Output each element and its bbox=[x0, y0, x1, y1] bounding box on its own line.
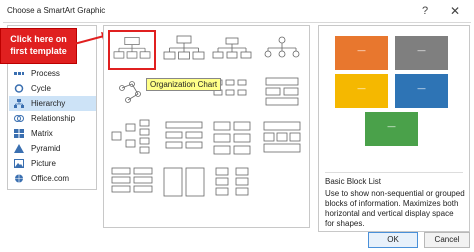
category-label: Cycle bbox=[31, 84, 52, 93]
matrix-icon bbox=[14, 129, 24, 138]
picture-icon bbox=[14, 159, 24, 168]
process-icon bbox=[14, 72, 24, 75]
category-process[interactable]: Process bbox=[9, 66, 96, 81]
office-com-icon bbox=[15, 174, 23, 183]
preview-block-1: — bbox=[335, 36, 388, 70]
template-table-hierarchy[interactable] bbox=[258, 74, 306, 114]
cancel-button[interactable]: Cancel bbox=[424, 232, 470, 248]
preview-block-5: — bbox=[365, 112, 418, 146]
template-stacked-list[interactable] bbox=[208, 164, 256, 204]
template-circle-picture-hierarchy[interactable] bbox=[258, 30, 306, 70]
category-label: Matrix bbox=[31, 129, 53, 138]
category-label: Picture bbox=[31, 159, 56, 168]
category-matrix[interactable]: Matrix bbox=[9, 126, 96, 141]
close-button[interactable]: ✕ bbox=[447, 3, 463, 19]
category-hierarchy[interactable]: Hierarchy bbox=[9, 96, 96, 111]
template-hierarchy-list[interactable] bbox=[108, 164, 156, 204]
category-relationship[interactable]: Relationship bbox=[9, 111, 96, 126]
category-pyramid[interactable]: Pyramid bbox=[9, 141, 96, 156]
category-office-com[interactable]: Office.com bbox=[9, 171, 96, 186]
preview-description: Use to show non-sequential or grouped bl… bbox=[325, 189, 465, 228]
relationship-icon bbox=[14, 115, 24, 122]
template-lined-list[interactable] bbox=[160, 118, 208, 158]
hierarchy-icon bbox=[14, 99, 24, 108]
cycle-icon bbox=[14, 84, 24, 93]
preview-pane: — — — — — Basic Block List Use to show n… bbox=[318, 25, 470, 232]
help-button[interactable]: ? bbox=[418, 4, 432, 18]
instruction-callout: Click here on first template bbox=[0, 28, 77, 64]
template-organization-chart[interactable] bbox=[108, 30, 156, 70]
template-half-circle-org-chart[interactable] bbox=[208, 30, 256, 70]
preview-divider bbox=[325, 172, 463, 173]
template-gallery: Organization Chart bbox=[103, 25, 310, 228]
preview-block-2: — bbox=[395, 36, 448, 70]
category-picture[interactable]: Picture bbox=[9, 156, 96, 171]
preview-block-4: — bbox=[395, 74, 448, 108]
template-name-and-title-org-chart[interactable] bbox=[160, 30, 208, 70]
template-horizontal-hierarchy[interactable] bbox=[108, 118, 156, 158]
template-tooltip: Organization Chart bbox=[146, 78, 222, 91]
pyramid-icon bbox=[14, 144, 24, 153]
template-architecture-layout[interactable] bbox=[258, 118, 306, 158]
ok-button[interactable]: OK bbox=[368, 232, 418, 248]
template-horizontal-org-chart[interactable] bbox=[208, 118, 256, 158]
category-label: Process bbox=[31, 69, 60, 78]
category-cycle[interactable]: Cycle bbox=[9, 81, 96, 96]
category-label: Pyramid bbox=[31, 144, 61, 153]
dialog-title: Choose a SmartArt Graphic bbox=[7, 6, 106, 15]
category-label: Office.com bbox=[31, 174, 70, 183]
title-bar: Choose a SmartArt Graphic ? ✕ bbox=[0, 0, 474, 22]
template-vertical-box-list[interactable] bbox=[160, 164, 208, 204]
preview-title: Basic Block List bbox=[325, 177, 382, 186]
preview-block-3: — bbox=[335, 74, 388, 108]
category-label: Hierarchy bbox=[31, 99, 66, 108]
category-label: Relationship bbox=[31, 114, 76, 123]
